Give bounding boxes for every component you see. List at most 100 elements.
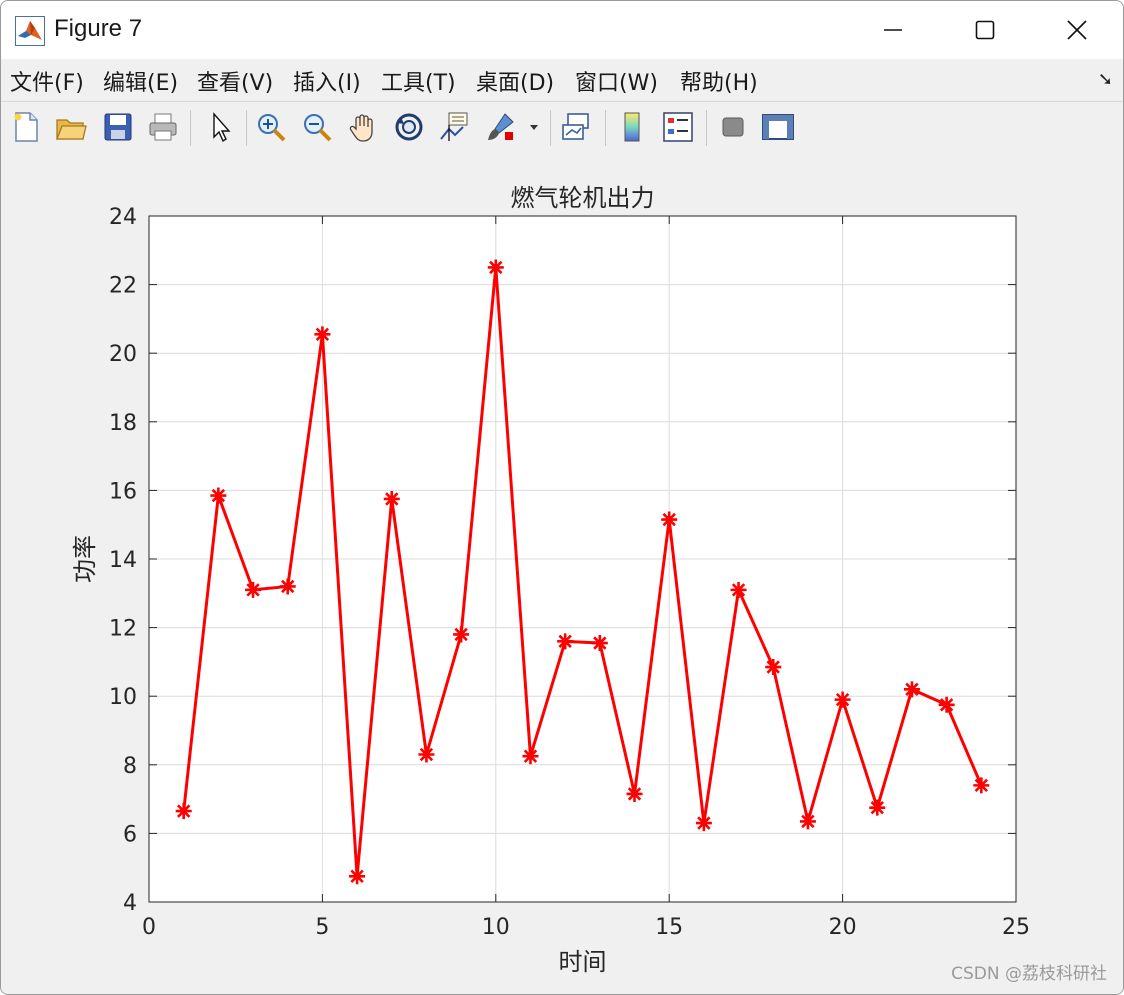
minimize-button[interactable] <box>847 1 939 59</box>
x-tick-label: 10 <box>482 915 510 940</box>
data-point <box>765 659 782 676</box>
toolbar-separator <box>190 110 191 146</box>
menu-view[interactable]: 查看(V) <box>197 65 273 97</box>
show-plot-tools-icon <box>762 114 794 140</box>
data-point <box>557 633 574 650</box>
y-tick-label: 6 <box>123 822 137 847</box>
menu-window[interactable]: 窗口(W) <box>575 65 658 97</box>
data-point <box>626 785 643 802</box>
toolbar-separator <box>246 110 247 146</box>
data-point <box>903 681 920 698</box>
x-tick-label: 5 <box>315 915 329 940</box>
x-tick-label: 20 <box>829 915 857 940</box>
data-cursor-icon <box>440 112 468 141</box>
zoom-in-icon <box>258 114 286 142</box>
figure-canvas: 0 5 10 15 20 25 4 6 8 10 12 14 16 18 20 22 24 燃气轮机出力 时间 功率 … <box>1 154 1123 994</box>
y-tick-label: 4 <box>123 891 137 916</box>
maximize-button[interactable] <box>939 1 1031 59</box>
new-figure-button[interactable] <box>8 108 44 146</box>
open-file-button[interactable] <box>53 108 89 146</box>
zoom-out-button[interactable] <box>299 108 335 146</box>
data-point <box>869 799 886 816</box>
link-plot-icon <box>562 113 589 140</box>
data-point <box>695 815 712 832</box>
data-point <box>383 490 400 507</box>
hide-plot-tools-icon <box>722 117 744 137</box>
data-point <box>245 581 262 598</box>
watermark-text: CSDN @荔枝科研社 <box>951 964 1107 984</box>
toolbar-separator <box>605 110 606 146</box>
menu-insert[interactable]: 插入(I) <box>293 65 361 97</box>
brush-icon <box>488 113 514 140</box>
minimize-icon <box>884 29 902 31</box>
brush-button[interactable] <box>483 108 519 146</box>
show-plot-tools-button[interactable] <box>760 108 796 146</box>
edit-plot-arrow-icon <box>213 112 231 143</box>
new-figure-icon <box>14 112 38 142</box>
data-point <box>799 813 816 830</box>
edit-plot-button[interactable] <box>202 108 238 146</box>
data-point <box>418 746 435 763</box>
menu-help[interactable]: 帮助(H) <box>680 65 758 97</box>
data-point <box>938 696 955 713</box>
data-point <box>279 578 296 595</box>
y-tick-label: 10 <box>109 685 137 710</box>
close-button[interactable] <box>1031 1 1123 59</box>
toolbar <box>1 101 1123 155</box>
link-plot-button[interactable] <box>559 108 595 146</box>
x-tick-label: 0 <box>142 915 156 940</box>
y-tick-label: 20 <box>109 342 137 367</box>
y-tick-label: 16 <box>109 479 137 504</box>
data-point <box>349 868 366 885</box>
data-point <box>487 259 504 276</box>
line-chart[interactable]: 0 5 10 15 20 25 4 6 8 10 12 14 16 18 20 22 24 燃气轮机出力时间 功率 <box>1 154 1123 994</box>
toolbar-separator <box>706 110 707 146</box>
data-point <box>522 748 539 765</box>
data-point <box>834 691 851 708</box>
toolbar-separator <box>550 110 551 146</box>
hide-plot-tools-button[interactable] <box>715 108 751 146</box>
title-bar: Figure 7 <box>1 1 1123 59</box>
data-point <box>973 777 990 794</box>
print-button[interactable] <box>145 108 181 146</box>
menu-desktop[interactable]: 桌面(D) <box>476 65 554 97</box>
insert-legend-button[interactable] <box>660 108 696 146</box>
data-point <box>453 626 470 643</box>
open-file-icon <box>56 119 87 140</box>
zoom-out-icon <box>304 114 332 142</box>
chart-title: 燃气轮机出力 <box>511 184 655 212</box>
matlab-logo-icon <box>15 16 45 46</box>
y-tick-label: 8 <box>123 754 137 779</box>
pan-hand-icon <box>349 114 373 142</box>
menu-file[interactable]: 文件(F) <box>10 65 84 97</box>
menu-tools[interactable]: 工具(T) <box>381 65 456 97</box>
data-point <box>591 635 608 652</box>
colorbar-icon <box>624 112 640 142</box>
y-tick-label: 14 <box>109 548 137 573</box>
close-icon <box>1067 20 1087 40</box>
menu-edit[interactable]: 编辑(E) <box>103 65 178 97</box>
data-cursor-button[interactable] <box>437 108 473 146</box>
dock-arrow-icon[interactable]: ➘ <box>1098 69 1113 90</box>
y-tick-label: 12 <box>109 617 137 642</box>
data-point <box>661 511 678 528</box>
rotate-3d-button[interactable] <box>391 108 427 146</box>
zoom-in-button[interactable] <box>253 108 289 146</box>
print-icon <box>149 113 177 141</box>
brush-dropdown-button[interactable] <box>524 108 544 146</box>
data-point <box>730 581 747 598</box>
maximize-icon <box>975 20 995 40</box>
pan-button[interactable] <box>345 108 381 146</box>
data-point <box>314 326 331 343</box>
save-icon <box>104 113 132 141</box>
insert-colorbar-button[interactable] <box>614 108 650 146</box>
y-tick-label: 18 <box>109 411 137 436</box>
x-tick-label: 15 <box>655 915 683 940</box>
figure-window: Figure 7 文件(F) 编辑(E) 查看(V) 插入(I) 工具(T) 桌… <box>0 0 1124 995</box>
y-tick-label: 22 <box>109 274 137 299</box>
rotate-3d-icon <box>395 113 423 141</box>
window-title: Figure 7 <box>54 15 143 42</box>
menu-bar: 文件(F) 编辑(E) 查看(V) 插入(I) 工具(T) 桌面(D) 窗口(W… <box>1 59 1123 101</box>
save-button[interactable] <box>100 108 136 146</box>
data-point <box>175 803 192 820</box>
